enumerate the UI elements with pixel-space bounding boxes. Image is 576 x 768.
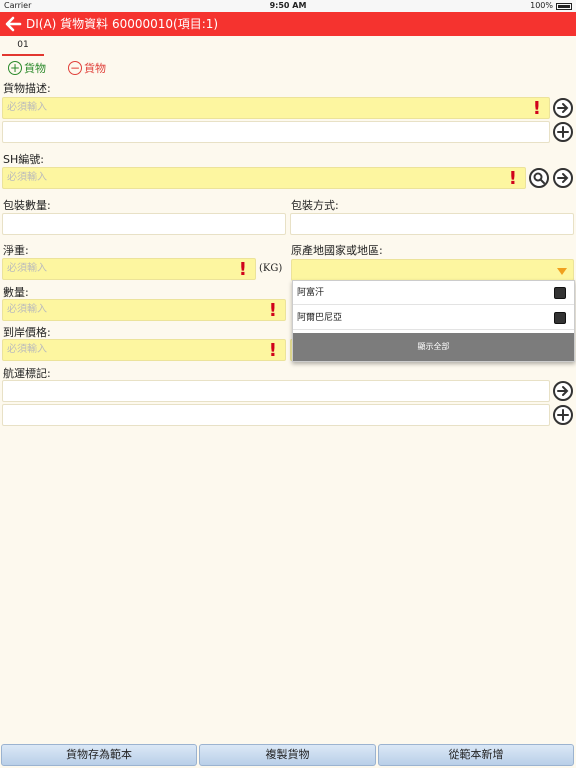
- desc-input-line2[interactable]: [2, 121, 550, 143]
- marks-label: 航運標記:: [3, 367, 51, 380]
- plus-icon: [557, 409, 569, 421]
- marks-add-line-button[interactable]: [553, 405, 573, 425]
- show-all-button[interactable]: 顯示全部: [293, 333, 574, 361]
- add-goods-button[interactable]: + 貨物: [8, 60, 46, 76]
- plus-circle-icon: +: [8, 61, 22, 75]
- search-icon: [533, 172, 545, 184]
- item-tabs: 01: [0, 36, 576, 56]
- battery-indicator: 100%: [530, 0, 572, 12]
- net-weight-input[interactable]: 必須輸入 !: [2, 258, 256, 280]
- dropdown-arrow-icon: [557, 268, 567, 275]
- sh-input[interactable]: 必須輸入 !: [2, 167, 526, 189]
- pkg-qty-label: 包裝數量:: [3, 199, 51, 212]
- status-time: 9:50 AM: [269, 1, 307, 10]
- desc-label: 貨物描述:: [3, 82, 51, 95]
- required-icon: !: [238, 259, 247, 280]
- save-as-template-button[interactable]: 貨物存為範本: [1, 744, 197, 766]
- marks-go-button[interactable]: [553, 381, 573, 401]
- pkg-qty-input[interactable]: [2, 213, 286, 235]
- origin-dropdown-popup: 阿富汗 阿爾巴尼亞 顯示全部: [292, 280, 575, 362]
- copy-goods-button[interactable]: 複製貨物: [199, 744, 376, 766]
- desc-go-button[interactable]: [553, 98, 573, 118]
- remove-goods-label: 貨物: [84, 62, 106, 75]
- kg-unit-label: (KG): [259, 263, 283, 274]
- origin-label: 原產地國家或地區:: [291, 244, 383, 257]
- arrow-right-icon: [557, 386, 569, 396]
- price-input[interactable]: 必須輸入 !: [2, 339, 286, 361]
- arrow-right-icon: [557, 173, 569, 183]
- price-placeholder: 必須輸入: [7, 344, 47, 355]
- page-title: DI(A) 貨物資料 60000010(項目:1): [26, 17, 219, 31]
- required-icon: !: [532, 98, 541, 119]
- required-icon: !: [268, 340, 277, 361]
- nav-bar: DI(A) 貨物資料 60000010(項目:1): [0, 12, 576, 36]
- pkg-method-input[interactable]: [290, 213, 574, 235]
- origin-option-label: 阿富汗: [297, 288, 325, 298]
- new-from-template-button[interactable]: 從範本新增: [378, 744, 574, 766]
- checkbox[interactable]: [554, 312, 566, 324]
- marks-input[interactable]: [2, 380, 550, 402]
- qty-input[interactable]: 必須輸入 !: [2, 299, 286, 321]
- status-bar: Carrier 9:50 AM 100%: [0, 0, 576, 12]
- checkbox[interactable]: [554, 287, 566, 299]
- pkg-method-label: 包裝方式:: [291, 199, 339, 212]
- battery-icon: [556, 2, 572, 10]
- sh-go-button[interactable]: [553, 168, 573, 188]
- origin-option[interactable]: 阿爾巴尼亞: [293, 306, 574, 330]
- add-goods-label: 貨物: [24, 62, 46, 75]
- desc-add-line-button[interactable]: [553, 122, 573, 142]
- origin-select[interactable]: [291, 259, 574, 281]
- net-weight-placeholder: 必須輸入: [7, 263, 47, 274]
- back-arrow-icon[interactable]: [4, 15, 22, 33]
- marks-input-line2[interactable]: [2, 404, 550, 426]
- sh-label: SH編號:: [3, 153, 44, 166]
- qty-placeholder: 必須輸入: [7, 304, 47, 315]
- required-icon: !: [268, 300, 277, 321]
- minus-circle-icon: −: [68, 61, 82, 75]
- qty-label: 數量:: [3, 286, 29, 299]
- remove-goods-button[interactable]: − 貨物: [68, 60, 106, 76]
- price-label: 到岸價格:: [3, 326, 51, 339]
- desc-placeholder: 必須輸入: [7, 102, 47, 113]
- sh-search-button[interactable]: [529, 168, 549, 188]
- origin-option-label: 阿爾巴尼亞: [297, 313, 343, 323]
- required-icon: !: [508, 168, 517, 189]
- desc-input[interactable]: 必須輸入 !: [2, 97, 550, 119]
- battery-percent: 100%: [530, 1, 553, 10]
- bottom-toolbar: 貨物存為範本 複製貨物 從範本新增: [0, 742, 576, 768]
- plus-icon: [557, 126, 569, 138]
- tab-item-01[interactable]: 01: [2, 36, 44, 56]
- arrow-right-icon: [557, 103, 569, 113]
- sh-placeholder: 必須輸入: [7, 172, 47, 183]
- origin-option[interactable]: 阿富汗: [293, 281, 574, 305]
- net-weight-label: 淨重:: [3, 244, 29, 257]
